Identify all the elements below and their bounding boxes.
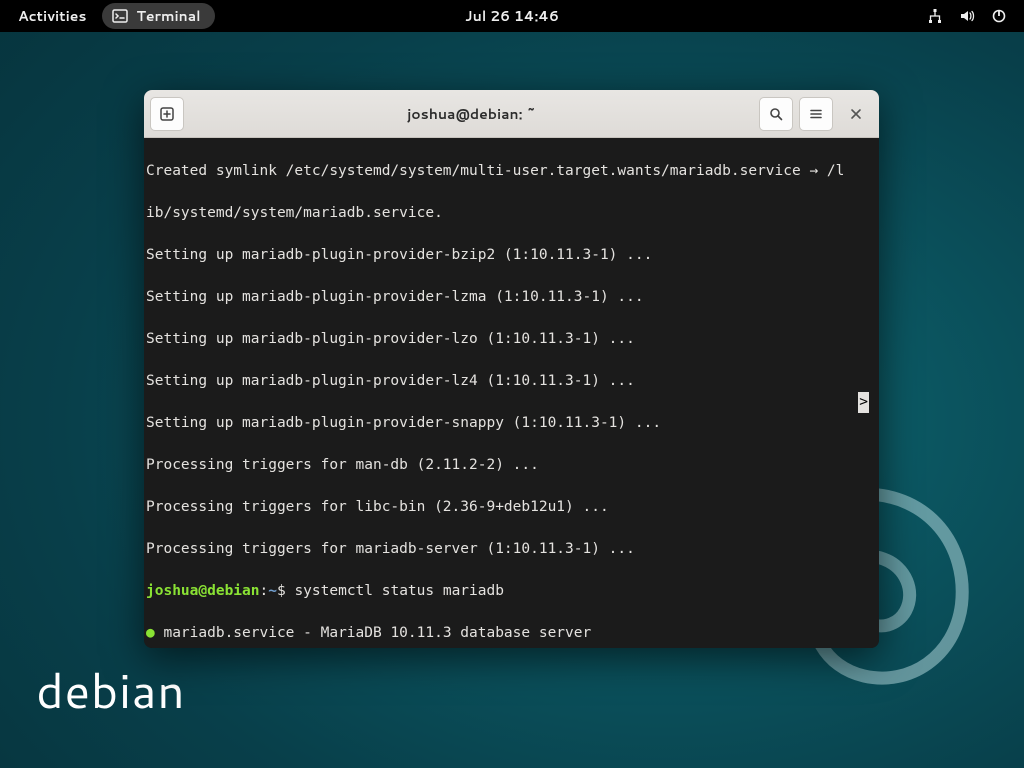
output-line: Setting up mariadb-plugin-provider-lzo (… bbox=[146, 331, 635, 347]
gnome-topbar: Activities Terminal Jul 26 14:46 bbox=[0, 0, 1024, 32]
appmenu-label: Terminal bbox=[136, 6, 200, 26]
volume-icon[interactable] bbox=[958, 7, 976, 25]
prompt-dollar: $ bbox=[277, 583, 286, 599]
status-bullet: ● bbox=[146, 625, 155, 641]
activities-button[interactable]: Activities bbox=[8, 2, 96, 30]
terminal-headerbar: joshua@debian: ~ bbox=[144, 90, 879, 138]
prompt-userhost: joshua@debian bbox=[146, 583, 260, 599]
hamburger-menu-button[interactable] bbox=[799, 97, 833, 131]
window-title: joshua@debian: ~ bbox=[190, 104, 753, 124]
service-header: mariadb.service - MariaDB 10.11.3 databa… bbox=[163, 625, 591, 641]
prompt-path: ~ bbox=[268, 583, 277, 599]
output-line: Setting up mariadb-plugin-provider-bzip2… bbox=[146, 247, 652, 263]
output-line: Setting up mariadb-plugin-provider-snapp… bbox=[146, 415, 661, 431]
distro-wordmark: debian bbox=[36, 656, 185, 724]
prompt-sep: : bbox=[260, 583, 269, 599]
output-line: Created symlink /etc/systemd/system/mult… bbox=[146, 163, 844, 179]
line-overflow-indicator: > bbox=[858, 392, 869, 413]
search-button[interactable] bbox=[759, 97, 793, 131]
appmenu-button[interactable]: Terminal bbox=[102, 3, 214, 29]
terminal-window: joshua@debian: ~ Created symlink /etc/sy… bbox=[144, 90, 879, 648]
output-line: ib/systemd/system/mariadb.service. bbox=[146, 205, 443, 221]
clock[interactable]: Jul 26 14:46 bbox=[465, 6, 559, 26]
output-line: Processing triggers for mariadb-server (… bbox=[146, 541, 635, 557]
terminal-icon bbox=[112, 8, 128, 24]
output-line: Processing triggers for man-db (2.11.2-2… bbox=[146, 457, 539, 473]
terminal-output[interactable]: Created symlink /etc/systemd/system/mult… bbox=[144, 138, 879, 648]
output-line: Processing triggers for libc-bin (2.36-9… bbox=[146, 499, 609, 515]
close-button[interactable] bbox=[839, 97, 873, 131]
typed-command: systemctl status mariadb bbox=[294, 583, 504, 599]
output-line: Setting up mariadb-plugin-provider-lzma … bbox=[146, 289, 644, 305]
new-tab-button[interactable] bbox=[150, 97, 184, 131]
power-icon[interactable] bbox=[990, 7, 1008, 25]
network-icon[interactable] bbox=[926, 7, 944, 25]
output-line: Setting up mariadb-plugin-provider-lz4 (… bbox=[146, 373, 635, 389]
